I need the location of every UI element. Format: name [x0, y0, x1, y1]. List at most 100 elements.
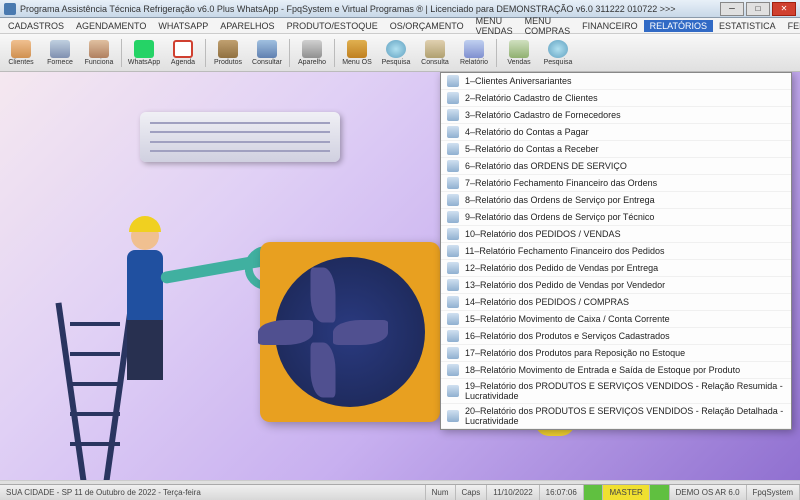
report-icon — [447, 385, 459, 397]
dropdown-item-13[interactable]: 13–Relatório dos Pedido de Vendas por Ve… — [441, 277, 791, 294]
app-icon — [4, 3, 16, 15]
tool-aparelho[interactable]: Aparelho — [293, 36, 331, 70]
menu-estatistica[interactable]: ESTATISTICA — [713, 20, 782, 32]
status-caps: Caps — [456, 485, 488, 500]
report-icon — [447, 126, 459, 138]
dropdown-item-12[interactable]: 12–Relatório dos Pedido de Vendas por En… — [441, 260, 791, 277]
tool-funciona[interactable]: Funciona — [80, 36, 118, 70]
report-icon — [447, 347, 459, 359]
dropdown-item-9[interactable]: 9–Relatório das Ordens de Serviço por Té… — [441, 209, 791, 226]
menu-agendamento[interactable]: AGENDAMENTO — [70, 20, 152, 32]
dropdown-item-1[interactable]: 1–Clientes Aniversariantes — [441, 73, 791, 90]
tool-consultar[interactable]: Consultar — [248, 36, 286, 70]
dropdown-item-16[interactable]: 16–Relatório dos Produtos e Serviços Cad… — [441, 328, 791, 345]
tool-clientes[interactable]: Clientes — [2, 36, 40, 70]
report-icon — [447, 364, 459, 376]
report-icon — [447, 279, 459, 291]
tool-label: Relatório — [460, 59, 488, 66]
report-icon — [447, 313, 459, 325]
menu-financeiro[interactable]: FINANCEIRO — [576, 20, 644, 32]
tool-pesquisa[interactable]: Pesquisa — [539, 36, 577, 70]
tool-label: Menu OS — [342, 59, 372, 66]
dropdown-item-17[interactable]: 17–Relatório dos Produtos para Reposição… — [441, 345, 791, 362]
relatório-icon — [464, 40, 484, 58]
report-icon — [447, 177, 459, 189]
tool-label: Vendas — [507, 59, 530, 66]
vendas-icon — [509, 40, 529, 58]
dropdown-item-19[interactable]: 19–Relatório dos PRODUTOS E SERVIÇOS VEN… — [441, 379, 791, 404]
dropdown-item-8[interactable]: 8–Relatório das Ordens de Serviço por En… — [441, 192, 791, 209]
dropdown-item-20[interactable]: 20–Relatório dos PRODUTOS E SERVIÇOS VEN… — [441, 404, 791, 429]
dropdown-item-7[interactable]: 7–Relatório Fechamento Financeiro das Or… — [441, 175, 791, 192]
dropdown-item-6[interactable]: 6–Relatório das ORDENS DE SERVIÇO — [441, 158, 791, 175]
tool-whatsapp[interactable]: WhatsApp — [125, 36, 163, 70]
maximize-button[interactable]: □ — [746, 2, 770, 16]
close-button[interactable]: ✕ — [772, 2, 796, 16]
window-controls: ─ □ ✕ — [720, 2, 796, 16]
menu-cadastros[interactable]: CADASTROS — [2, 20, 70, 32]
menu-aparelhos[interactable]: APARELHOS — [214, 20, 280, 32]
dropdown-item-label: 8–Relatório das Ordens de Serviço por En… — [465, 195, 655, 205]
tool-label: WhatsApp — [128, 59, 160, 66]
status-indicator-2 — [650, 485, 670, 500]
produtos-icon — [218, 40, 238, 58]
menu-whatsapp[interactable]: WHATSAPP — [152, 20, 214, 32]
dropdown-item-label: 14–Relatório dos PEDIDOS / COMPRAS — [465, 297, 629, 307]
menu-produto/estoque[interactable]: PRODUTO/ESTOQUE — [281, 20, 384, 32]
dropdown-item-label: 5–Relatório do Contas a Receber — [465, 144, 599, 154]
tool-label: Agenda — [171, 59, 195, 66]
dropdown-item-4[interactable]: 4–Relatório do Contas a Pagar — [441, 124, 791, 141]
status-num: Num — [426, 485, 456, 500]
dropdown-item-11[interactable]: 11–Relatório Fechamento Financeiro dos P… — [441, 243, 791, 260]
tool-fornece[interactable]: Fornece — [41, 36, 79, 70]
report-icon — [447, 296, 459, 308]
dropdown-item-label: 16–Relatório dos Produtos e Serviços Cad… — [465, 331, 670, 341]
consulta-icon — [425, 40, 445, 58]
menu-ferramentas[interactable]: FERRAMENTAS — [782, 20, 800, 32]
funciona-icon — [89, 40, 109, 58]
tool-agenda[interactable]: Agenda — [164, 36, 202, 70]
status-brand: FpqSystem — [747, 485, 800, 500]
report-icon — [447, 75, 459, 87]
status-location: SUA CIDADE - SP 11 de Outubro de 2022 - … — [0, 485, 426, 500]
dropdown-item-18[interactable]: 18–Relatório Movimento de Entrada e Saíd… — [441, 362, 791, 379]
report-icon — [447, 330, 459, 342]
tool-produtos[interactable]: Produtos — [209, 36, 247, 70]
dropdown-item-label: 1–Clientes Aniversariantes — [465, 76, 572, 86]
menu-relatórios[interactable]: RELATÓRIOS — [644, 20, 713, 32]
dropdown-item-2[interactable]: 2–Relatório Cadastro de Clientes — [441, 90, 791, 107]
worker-illustration — [100, 222, 190, 422]
dropdown-item-5[interactable]: 5–Relatório do Contas a Receber — [441, 141, 791, 158]
tool-relatório[interactable]: Relatório — [455, 36, 493, 70]
dropdown-item-14[interactable]: 14–Relatório dos PEDIDOS / COMPRAS — [441, 294, 791, 311]
titlebar: Programa Assistência Técnica Refrigeraçã… — [0, 0, 800, 18]
tool-label: Pesquisa — [544, 59, 573, 66]
dropdown-item-label: 18–Relatório Movimento de Entrada e Saíd… — [465, 365, 740, 375]
tool-label: Funciona — [85, 59, 114, 66]
tool-vendas[interactable]: Vendas — [500, 36, 538, 70]
tool-pesquisa[interactable]: Pesquisa — [377, 36, 415, 70]
tool-label: Consulta — [421, 59, 449, 66]
dropdown-item-label: 11–Relatório Fechamento Financeiro dos P… — [465, 246, 664, 256]
report-icon — [447, 410, 459, 422]
tool-consulta[interactable]: Consulta — [416, 36, 454, 70]
dropdown-item-label: 2–Relatório Cadastro de Clientes — [465, 93, 598, 103]
dropdown-item-label: 7–Relatório Fechamento Financeiro das Or… — [465, 178, 657, 188]
relatorios-dropdown: 1–Clientes Aniversariantes 2–Relatório Ca… — [440, 72, 792, 430]
tool-label: Aparelho — [298, 59, 326, 66]
content-area: 1–Clientes Aniversariantes 2–Relatório Ca… — [0, 72, 800, 480]
tool-menu os[interactable]: Menu OS — [338, 36, 376, 70]
pesquisa-icon — [386, 40, 406, 58]
minimize-button[interactable]: ─ — [720, 2, 744, 16]
report-icon — [447, 143, 459, 155]
report-icon — [447, 194, 459, 206]
dropdown-item-label: 12–Relatório dos Pedido de Vendas por En… — [465, 263, 658, 273]
report-icon — [447, 92, 459, 104]
report-icon — [447, 245, 459, 257]
dropdown-item-10[interactable]: 10–Relatório dos PEDIDOS / VENDAS — [441, 226, 791, 243]
tool-label: Clientes — [8, 59, 33, 66]
dropdown-item-3[interactable]: 3–Relatório Cadastro de Fornecedores — [441, 107, 791, 124]
dropdown-item-15[interactable]: 15–Relatório Movimento de Caixa / Conta … — [441, 311, 791, 328]
menu-os/orçamento[interactable]: OS/ORÇAMENTO — [384, 20, 470, 32]
report-icon — [447, 160, 459, 172]
